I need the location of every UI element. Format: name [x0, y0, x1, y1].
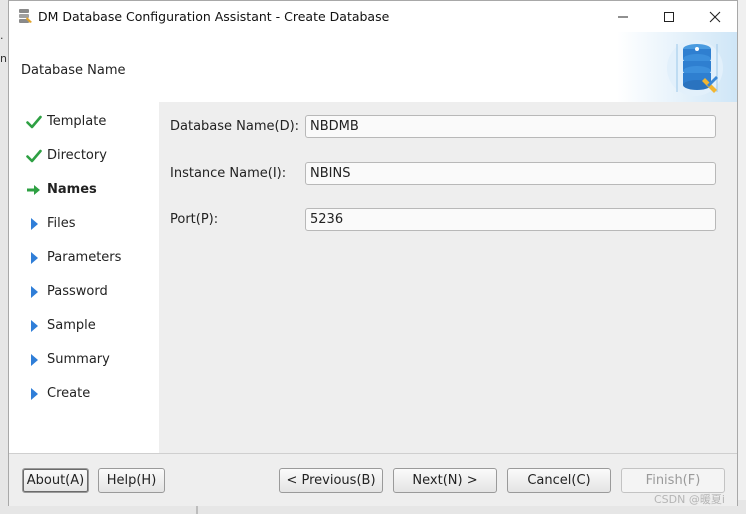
close-icon [709, 11, 721, 22]
triangle-right-icon [31, 252, 38, 264]
step-label: Password [47, 284, 108, 299]
step-label: Summary [47, 352, 110, 367]
triangle-right-icon [31, 388, 38, 400]
wizard-steps: Template Directory Names Files Parameter… [9, 102, 160, 453]
step-names[interactable]: Names [9, 173, 159, 207]
triangle-right-icon [31, 286, 38, 298]
instance-name-label: Instance Name(I): [170, 166, 287, 181]
maximize-button[interactable] [646, 1, 692, 32]
step-create[interactable]: Create [9, 377, 159, 411]
check-icon [26, 149, 42, 163]
step-label: Template [47, 114, 107, 129]
title-bar[interactable]: DM Database Configuration Assistant - Cr… [9, 1, 737, 32]
database-name-input[interactable] [305, 115, 716, 138]
instance-name-input[interactable] [305, 162, 716, 185]
about-button[interactable]: About(A) [22, 468, 89, 493]
maximize-icon [664, 11, 674, 22]
window-title: DM Database Configuration Assistant - Cr… [38, 9, 390, 24]
database-banner-icon [617, 32, 737, 102]
wizard-header: Database Name [9, 32, 737, 103]
port-input[interactable] [305, 208, 716, 231]
check-icon [26, 115, 42, 129]
triangle-right-icon [31, 218, 38, 230]
names-form: Database Name(D): Instance Name(I): Port… [159, 102, 737, 453]
step-password[interactable]: Password [9, 275, 159, 309]
database-name-label: Database Name(D): [170, 119, 300, 134]
minimize-button[interactable] [600, 1, 646, 32]
step-label: Sample [47, 318, 96, 333]
close-button[interactable] [692, 1, 738, 32]
help-button[interactable]: Help(H) [98, 468, 165, 493]
triangle-right-icon [31, 320, 38, 332]
page-title: Database Name [21, 63, 126, 78]
minimize-icon [618, 16, 628, 17]
step-label: Directory [47, 148, 107, 163]
step-label: Names [47, 182, 97, 197]
step-label: Create [47, 386, 91, 401]
finish-button[interactable]: Finish(F) [621, 468, 725, 493]
previous-button[interactable]: < Previous(B) [279, 468, 383, 493]
database-app-icon [19, 9, 32, 23]
step-template[interactable]: Template [9, 105, 159, 139]
triangle-right-icon [31, 354, 38, 366]
cancel-button[interactable]: Cancel(C) [507, 468, 611, 493]
step-parameters[interactable]: Parameters [9, 241, 159, 275]
step-sample[interactable]: Sample [9, 309, 159, 343]
step-files[interactable]: Files [9, 207, 159, 241]
step-directory[interactable]: Directory [9, 139, 159, 173]
next-button[interactable]: Next(N) > [393, 468, 497, 493]
arrow-right-icon [27, 185, 40, 195]
step-label: Files [47, 216, 76, 231]
watermark-text: CSDN @暖夏i [654, 493, 725, 506]
step-label: Parameters [47, 250, 122, 265]
dialog-window: DM Database Configuration Assistant - Cr… [8, 0, 738, 506]
step-summary[interactable]: Summary [9, 343, 159, 377]
port-label: Port(P): [170, 212, 219, 227]
wizard-footer: About(A) Help(H) < Previous(B) Next(N) >… [9, 453, 737, 506]
